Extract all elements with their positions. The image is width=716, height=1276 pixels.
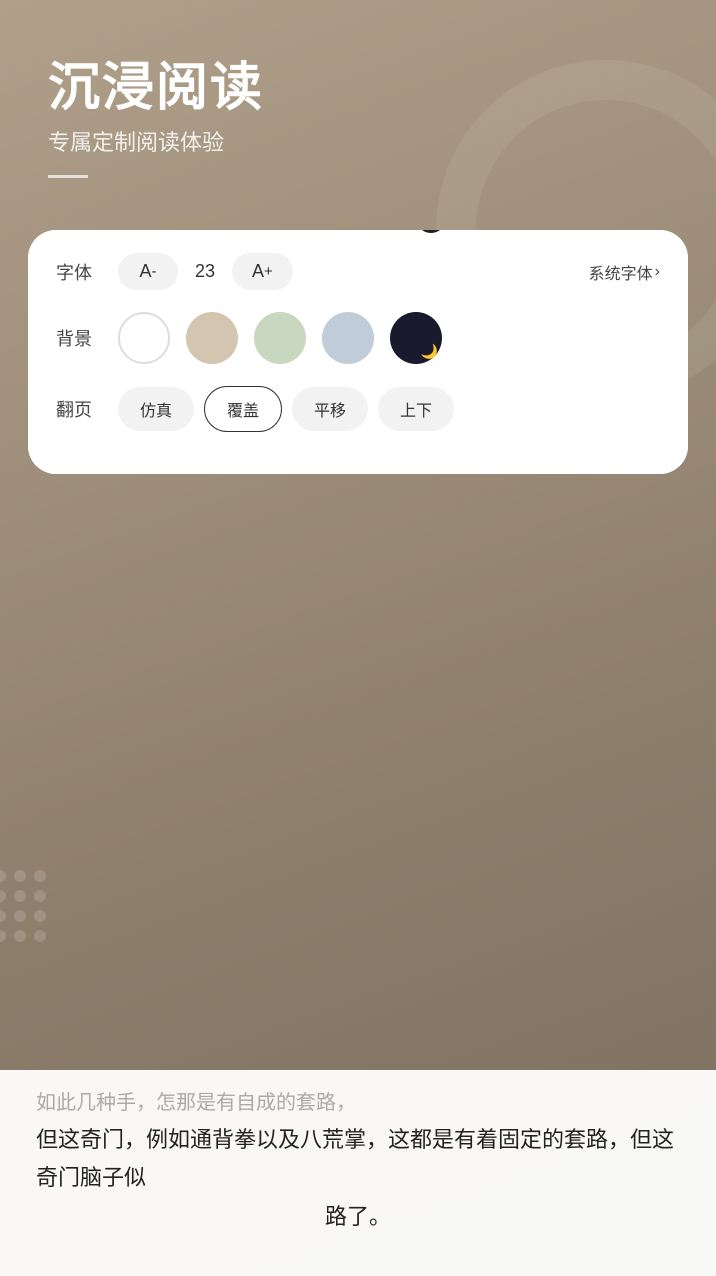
- bg-label: 背景: [56, 325, 106, 351]
- brightness-row: 亮度: [56, 230, 660, 231]
- page-scroll-button[interactable]: 上下: [378, 387, 454, 431]
- bg-options: [118, 312, 442, 364]
- brightness-label: 亮度: [56, 230, 106, 231]
- font-family-label: 系统字体: [589, 260, 653, 284]
- font-controls: A- 23 A+: [118, 253, 293, 290]
- app-title: 沉浸阅读: [48, 60, 264, 117]
- font-family-button[interactable]: 系统字体 ›: [589, 260, 660, 284]
- settings-panel: 亮度: [28, 230, 688, 474]
- page-slide-button[interactable]: 平移: [292, 387, 368, 431]
- background-row: 背景: [56, 312, 660, 364]
- decorative-dots: [0, 856, 100, 976]
- font-increase-button[interactable]: A+: [232, 253, 293, 290]
- header-divider: [48, 175, 88, 178]
- bottom-paragraph-1: 但这奇门，例如通背拳以及八荒掌，这都是有着固定的套路，但这奇门脑子似: [36, 1121, 680, 1198]
- bg-black-button[interactable]: [390, 312, 442, 364]
- bottom-paragraph-2: 路了。: [36, 1198, 680, 1237]
- page-cover-button[interactable]: 覆盖: [204, 386, 282, 432]
- font-decrease-button[interactable]: A-: [118, 253, 178, 290]
- bottom-text-area: 如此几种手，怎那是有自成的套路， 但这奇门，例如通背拳以及八荒掌，这都是有着固定…: [0, 1070, 716, 1276]
- chevron-right-icon: ›: [655, 263, 660, 281]
- bottom-text-partial: 如此几种手，怎那是有自成的套路，: [36, 1086, 680, 1121]
- page-simulated-button[interactable]: 仿真: [118, 387, 194, 431]
- font-row: 字体 A- 23 A+ 系统字体 ›: [56, 253, 660, 290]
- slider-thumb[interactable]: [416, 230, 446, 233]
- page-label: 翻页: [56, 396, 106, 422]
- font-size-value: 23: [190, 261, 220, 282]
- page-row: 翻页 仿真 覆盖 平移 上下: [56, 386, 660, 432]
- bg-green-button[interactable]: [254, 312, 306, 364]
- bg-beige-button[interactable]: [186, 312, 238, 364]
- page-options: 仿真 覆盖 平移 上下: [118, 386, 454, 432]
- header: 沉浸阅读 专属定制阅读体验: [48, 60, 264, 178]
- bg-blue-button[interactable]: [322, 312, 374, 364]
- bg-white-button[interactable]: [118, 312, 170, 364]
- book-card: 武动乾坤 黑暗的精神空间中，林动的身影再度出现而随着他的身影出现，两道光影也是紧…: [28, 230, 688, 474]
- font-label: 字体: [56, 259, 106, 285]
- app-subtitle: 专属定制阅读体验: [48, 125, 264, 157]
